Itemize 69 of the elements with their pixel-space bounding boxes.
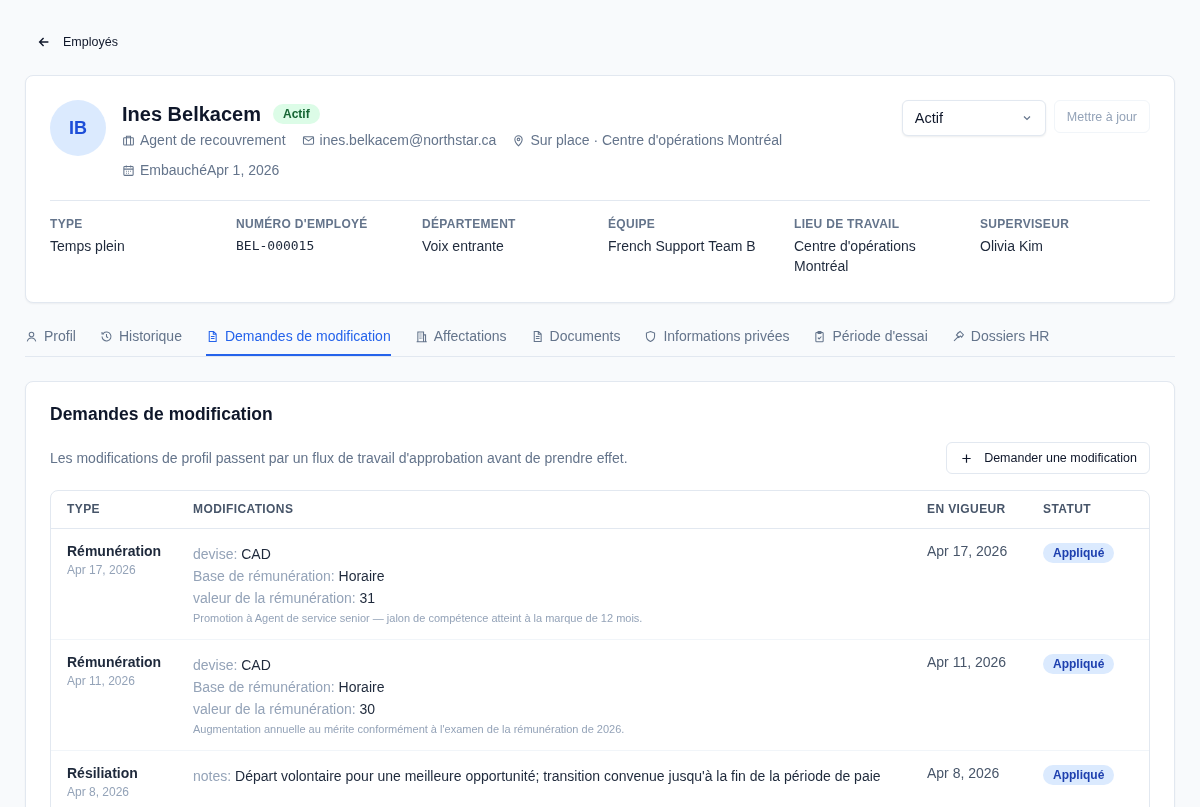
- shield-icon: [644, 329, 658, 343]
- change-line: devise: CAD: [193, 656, 272, 675]
- history-icon: [99, 329, 113, 343]
- status-badge: Appliqué: [1043, 543, 1115, 563]
- request-type: Rémunération: [67, 654, 163, 670]
- field-value: BEL-000015: [236, 237, 316, 255]
- request-date: Apr 17, 2026: [67, 563, 137, 577]
- change-note: Promotion à Agent de service senior — jalon de compétence atteint à la marque de 12 mois.: [193, 612, 644, 624]
- field-value: Olivia Kim: [980, 237, 1044, 256]
- tab[interactable]: Dossiers HR: [951, 325, 1050, 356]
- tab[interactable]: Affectations: [414, 325, 507, 356]
- request-type: Rémunération: [67, 543, 163, 559]
- column-header: TYPE: [67, 502, 101, 516]
- column-header: EN VIGUEUR: [927, 502, 1007, 516]
- meta-text: Agent de recouvrement: [140, 132, 286, 148]
- field-label: ÉQUIPE: [608, 217, 657, 231]
- field-label: LIEU DE TRAVAIL: [794, 217, 901, 231]
- change-line: devise: CAD: [193, 545, 272, 564]
- status-badge: Appliqué: [1043, 765, 1115, 785]
- field-value: Voix entrante: [422, 237, 505, 256]
- meta-text: EmbauchéApr 1, 2026: [140, 162, 280, 178]
- field-label: NUMÉRO D'EMPLOYÉ: [236, 217, 369, 231]
- status-select[interactable]: Actif: [901, 100, 1046, 136]
- calendar-icon: [122, 163, 135, 177]
- tab[interactable]: Informations privées: [644, 325, 790, 356]
- effective-date: Apr 11, 2026: [927, 654, 1007, 670]
- status-badge: Appliqué: [1043, 654, 1115, 674]
- tab[interactable]: Profil: [25, 325, 76, 356]
- status-badge: Actif: [273, 104, 320, 124]
- back-arrow-icon: [37, 35, 51, 49]
- effective-date: Apr 17, 2026: [927, 543, 1008, 559]
- field-label: TYPE: [50, 217, 84, 231]
- avatar: IB: [50, 100, 106, 156]
- meta-text: Sur place · Centre d'opérations Montréal: [530, 132, 783, 148]
- field-label: DÉPARTEMENT: [422, 217, 517, 231]
- column-header: MODIFICATIONS: [193, 502, 295, 516]
- change-note: Augmentation annuelle au mérite conformément à l'examen de la rémunération de 2026.: [193, 723, 626, 735]
- building-icon: [414, 329, 428, 343]
- change-line: Base de rémunération: Horaire: [193, 678, 386, 697]
- tab[interactable]: Historique: [99, 325, 182, 356]
- request-type: Résiliation: [67, 765, 139, 781]
- hammer-icon: [951, 329, 965, 343]
- effective-date: Apr 8, 2026: [927, 765, 1000, 781]
- request-date: Apr 8, 2026: [67, 785, 131, 799]
- panel-title: Demandes de modification: [50, 404, 274, 425]
- clipboard-icon: [813, 329, 827, 343]
- employee-name: Ines Belkacem: [122, 102, 261, 126]
- back-link[interactable]: Employés: [37, 33, 118, 51]
- field-value: French Support Team B: [608, 237, 757, 256]
- briefcase-icon: [122, 133, 135, 147]
- change-line: notes: Départ volontaire pour une meilleure opportunité; transition convenue jusqu'à la fin de la période de paie: [193, 767, 882, 786]
- field-value: Temps plein: [50, 237, 126, 256]
- request-date: Apr 11, 2026: [67, 674, 136, 688]
- request-change-button[interactable]: Demander une modification: [946, 442, 1150, 474]
- tab[interactable]: Période d'essai: [813, 325, 928, 356]
- panel-description: Les modifications de profil passent par un flux de travail d'approbation avant de prendre effet.: [50, 450, 628, 466]
- plus-icon: [961, 452, 973, 464]
- mail-icon: [301, 133, 315, 147]
- change-line: valeur de la rémunération: 31: [193, 589, 377, 608]
- meta-text: ines.belkacem@northstar.ca: [319, 132, 497, 148]
- field-value: Centre d'opérations Montréal: [794, 237, 917, 276]
- location-pin-icon: [512, 133, 526, 147]
- tab[interactable]: Demandes de modification: [205, 325, 391, 356]
- column-header: STATUT: [1043, 502, 1092, 516]
- user-icon: [25, 329, 38, 343]
- change-line: valeur de la rémunération: 30: [193, 700, 377, 719]
- field-label: SUPERVISEUR: [980, 217, 1071, 231]
- change-line: Base de rémunération: Horaire: [193, 567, 386, 586]
- tab[interactable]: Documents: [530, 325, 621, 356]
